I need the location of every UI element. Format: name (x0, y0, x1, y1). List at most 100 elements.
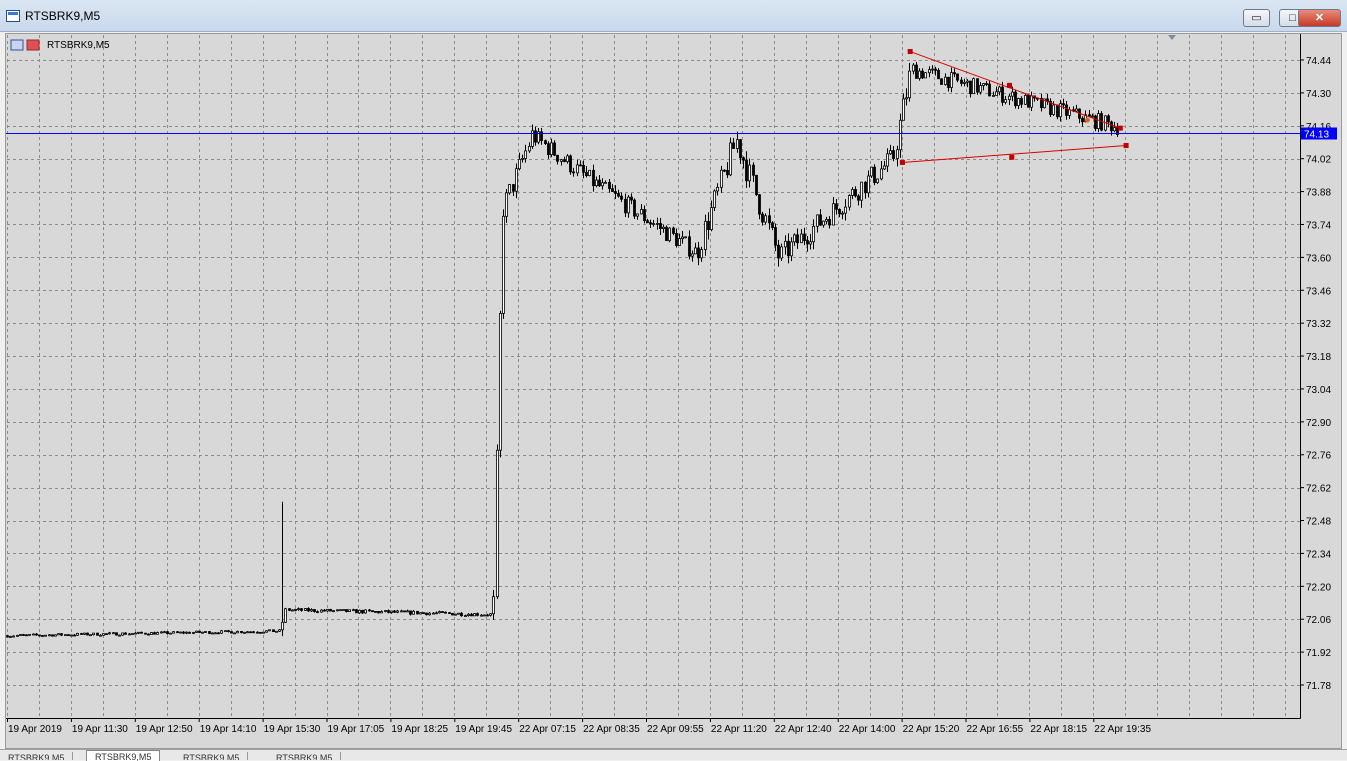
y-tick-label: 73.60 (1306, 253, 1331, 264)
candle-body-bull (528, 146, 531, 152)
candle-body-bear (1020, 98, 1023, 105)
trendline-handle[interactable] (1123, 143, 1129, 149)
trendline-handle[interactable] (1006, 82, 1012, 88)
candle-body-bear (803, 233, 806, 241)
candle-body-bull (966, 80, 969, 83)
candle-body-bull (1052, 104, 1055, 115)
candle-body-bull (972, 78, 975, 95)
candle-body-bull (905, 97, 908, 100)
candle-body-bull (89, 634, 92, 637)
x-tick-label: 22 Apr 09:55 (647, 724, 704, 735)
candle-body-bear (569, 155, 572, 173)
y-tick-label: 74.44 (1306, 56, 1331, 67)
candle-body-bear (252, 631, 255, 634)
candle-body-bull (832, 203, 835, 226)
candle-body-bear (985, 83, 988, 85)
candle-body-bear (614, 191, 617, 194)
candle-body-bull (566, 155, 569, 163)
candle-body-bull (944, 76, 947, 85)
candle-body-bull (748, 164, 751, 182)
candle-body-bear (723, 169, 726, 172)
candle-body-bull (720, 169, 723, 188)
candle-body-bull (284, 608, 287, 623)
candle-body-bull (467, 613, 470, 616)
y-tick-label: 73.74 (1306, 220, 1331, 231)
chart-area[interactable]: 74.44 74.30 74.16 74.02 73.88 73.74 73.60 73.46… (5, 33, 1342, 749)
candle-body-bull (681, 236, 684, 240)
candle-body-bull (979, 85, 982, 93)
candle-body-bear (937, 69, 940, 80)
candle-body-bull (870, 166, 873, 177)
candle-body-bear (592, 169, 595, 187)
candle-body-bear (441, 611, 444, 613)
candle-body-bull (48, 634, 51, 637)
candle-body-bear (659, 222, 662, 229)
candle-body-bear (739, 139, 742, 159)
candle-body-bull (790, 241, 793, 257)
candle-body-bear (1027, 94, 1030, 108)
candle-body-bear (608, 181, 611, 189)
chart-tab-active[interactable]: RTSBRK9,M5 (86, 750, 161, 761)
candle-body-bear (582, 164, 585, 173)
candle-body-bear (620, 195, 623, 200)
candle-body-bear (643, 209, 646, 222)
candle-body-bear (41, 635, 44, 637)
candle-body-bull (112, 632, 115, 635)
trendline-handle[interactable] (1117, 125, 1123, 131)
candle-body-bull (604, 181, 607, 184)
x-tick-label: 22 Apr 18:15 (1030, 724, 1087, 735)
candle-body-bull (169, 632, 172, 635)
candle-body-bear (585, 171, 588, 177)
trendline-handle[interactable] (1009, 154, 1015, 160)
candle-body-bull (515, 168, 518, 192)
candle-body-bear (368, 609, 371, 612)
y-tick-label: 72.90 (1306, 418, 1331, 429)
candle-body-bear (25, 634, 28, 637)
candle-body-bull (694, 247, 697, 255)
x-tick-label: 22 Apr 14:00 (839, 724, 896, 735)
candle-body-bull (496, 449, 499, 598)
candle-body-bull (9, 636, 12, 638)
candle-body-bear (249, 631, 252, 634)
close-button[interactable]: ✕ (1298, 9, 1341, 27)
candle-body-bull (848, 195, 851, 208)
candle-body-bear (761, 213, 764, 223)
candle-body-bull (902, 98, 905, 121)
minimize-button[interactable]: ▭ (1243, 9, 1270, 27)
candle-body-bull (332, 610, 335, 612)
candle-body-bear (374, 611, 377, 613)
candle-body-bear (697, 247, 700, 259)
candle-body-bull (28, 634, 31, 636)
candle-body-bear (1094, 115, 1097, 129)
candle-body-bull (352, 609, 355, 612)
candle-body-bull (560, 159, 563, 162)
trendline-handle[interactable] (907, 49, 913, 55)
window-titlebar[interactable]: RTSBRK9,M5 ▭ □ ✕ (0, 0, 1347, 32)
candle-body-bull (419, 612, 422, 615)
x-tick-label: 19 Apr 19:45 (455, 724, 512, 735)
candle-body-bull (268, 629, 271, 632)
candle-body-bull (19, 634, 22, 636)
candle-body-bull (1097, 113, 1100, 129)
candle-body-bull (492, 596, 495, 615)
candle-body-bull (480, 614, 483, 617)
candlestick-chart[interactable]: 74.4474.3074.1674.0273.8873.7473.6073.46… (6, 34, 1341, 748)
candle-body-bear (96, 632, 99, 636)
candle-body-bull (812, 225, 815, 243)
candle-body-bear (361, 609, 364, 614)
candle-body-bull (435, 612, 438, 615)
y-tick-label: 72.20 (1306, 582, 1331, 593)
candle-body-bear (240, 631, 243, 634)
candle-body-bear (633, 199, 636, 217)
chart-properties-icon[interactable] (10, 39, 24, 51)
candle-body-bull (54, 634, 57, 637)
candle-body-bull (102, 633, 105, 636)
candle-body-bull (291, 609, 294, 612)
candle-body-bull (1008, 95, 1011, 100)
candle-body-bear (371, 610, 374, 613)
y-tick-label: 73.18 (1306, 352, 1331, 363)
trendline-handle[interactable] (899, 159, 905, 165)
candle-body-bear (953, 72, 956, 75)
candle-body-bull (963, 81, 966, 84)
candle-body-bull (342, 609, 345, 611)
